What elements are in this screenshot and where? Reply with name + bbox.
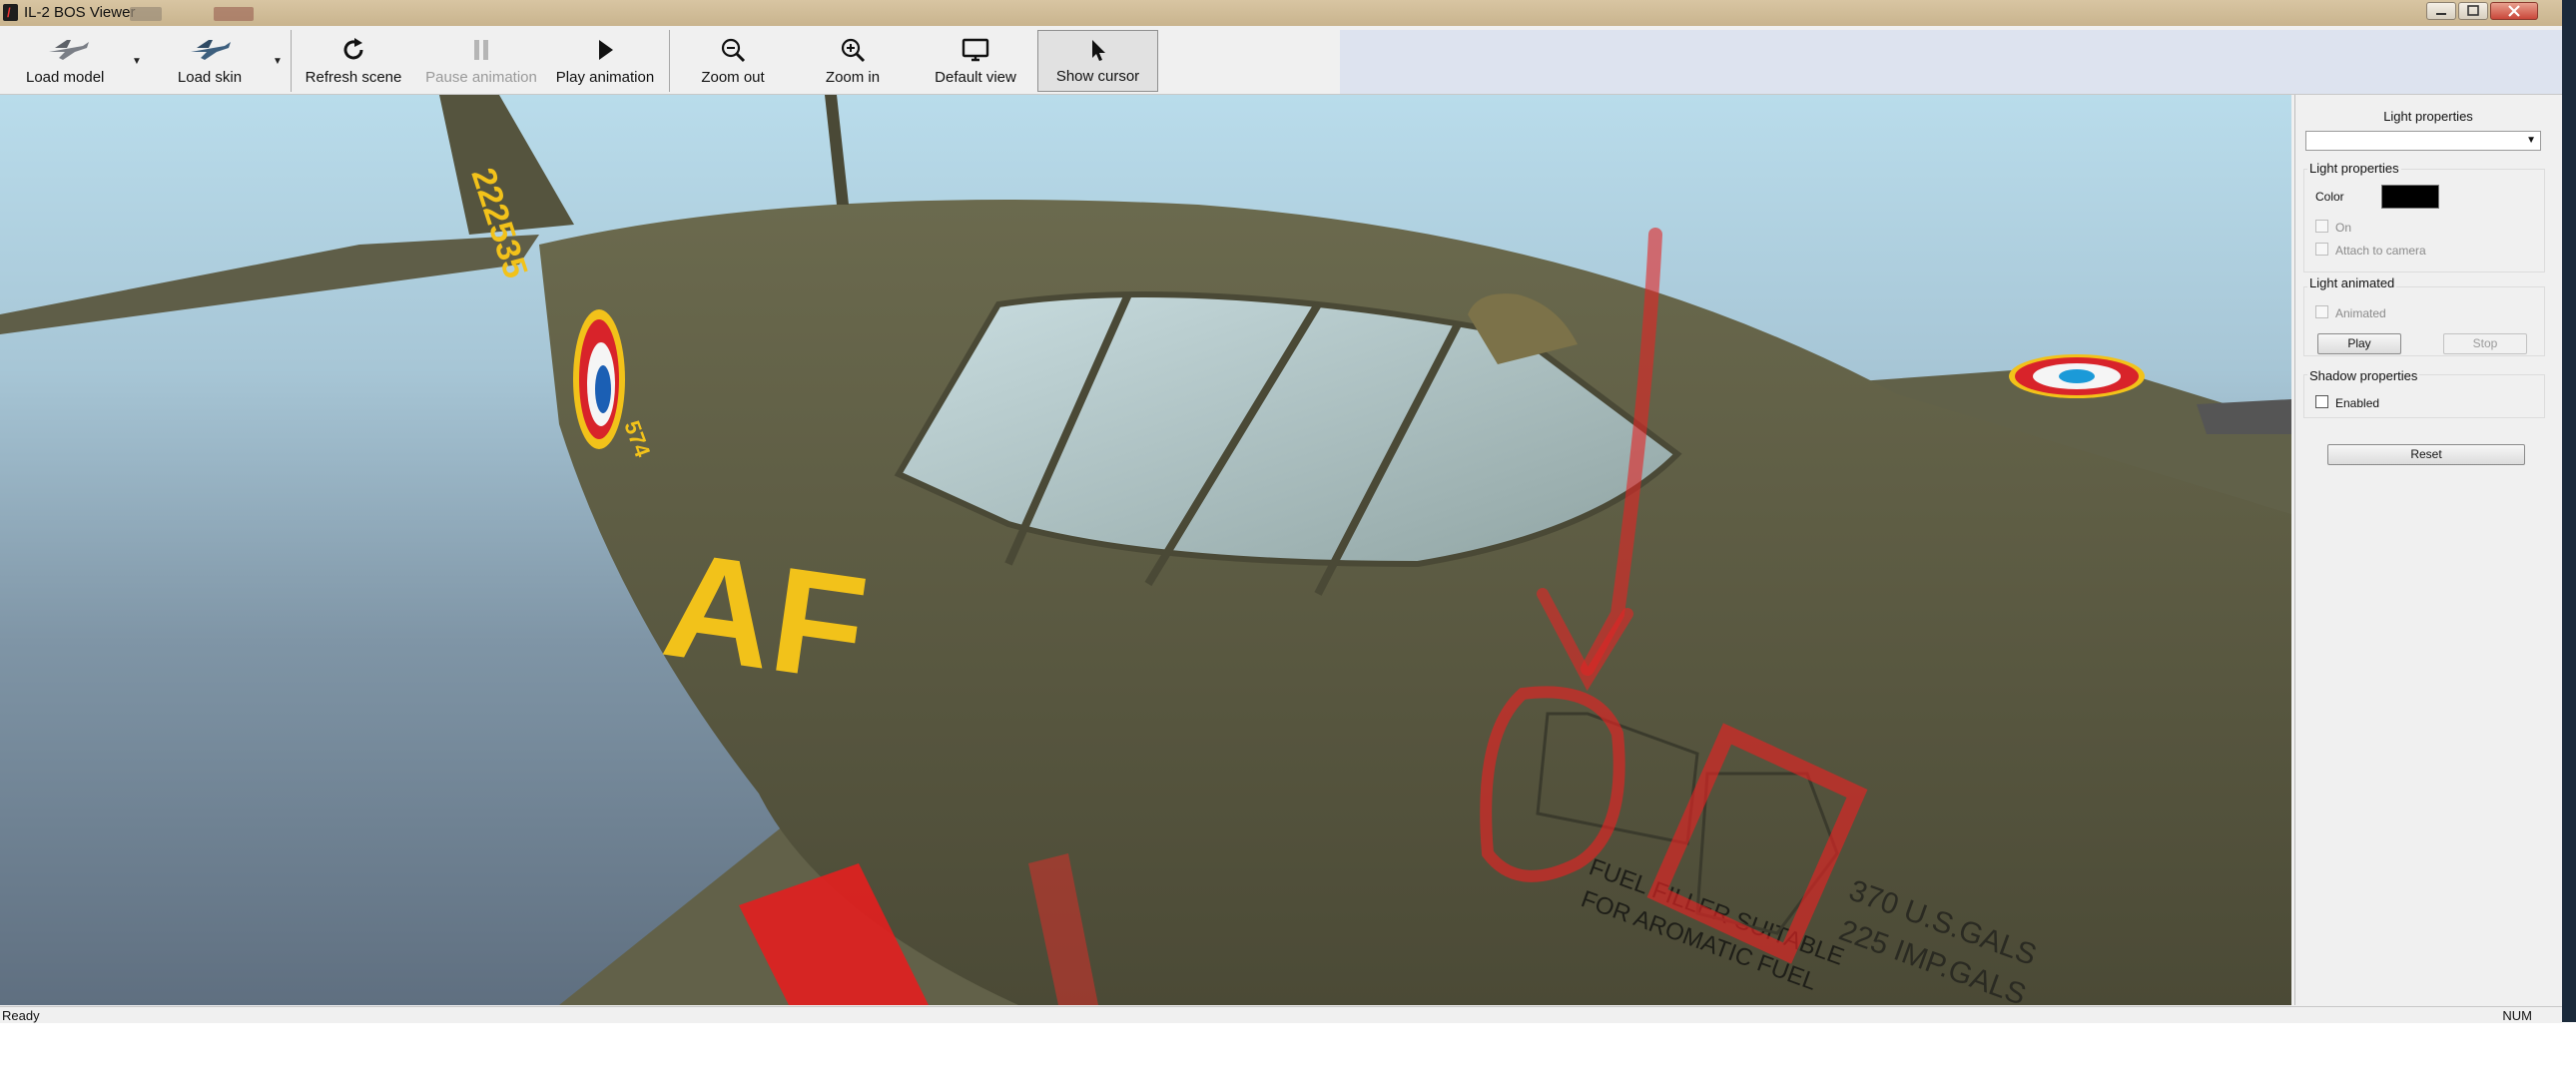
panel-title: Light properties — [2383, 109, 2473, 124]
status-bar: Ready NUM — [0, 1006, 2562, 1023]
load-model-dropdown[interactable]: ▼ — [132, 56, 142, 67]
toolbar-separator — [291, 30, 292, 92]
on-label: On — [2335, 221, 2352, 235]
pause-animation-button[interactable]: Pause animation — [419, 30, 543, 92]
light-select[interactable]: ▼ — [2305, 131, 2541, 151]
app-icon: / — [3, 4, 18, 21]
show-cursor-button[interactable]: Show cursor — [1037, 30, 1158, 92]
close-button[interactable] — [2490, 2, 2538, 20]
animated-checkbox[interactable] — [2315, 305, 2328, 318]
light-animated-title: Light animated — [2307, 275, 2397, 290]
shadow-enabled-label: Enabled — [2335, 396, 2380, 410]
tailplane-left — [0, 235, 539, 334]
zoom-out-button[interactable]: Zoom out — [683, 30, 783, 92]
shadow-enabled-checkbox[interactable] — [2315, 395, 2328, 408]
load-skin-dropdown[interactable]: ▼ — [273, 56, 283, 67]
refresh-icon — [343, 38, 363, 60]
title-decoration — [214, 7, 254, 21]
play-button[interactable]: Play — [2317, 333, 2401, 354]
reset-button[interactable]: Reset — [2327, 444, 2525, 465]
on-checkbox[interactable] — [2315, 220, 2328, 233]
airplane-skin-icon — [191, 40, 231, 60]
attach-to-camera-label: Attach to camera — [2335, 244, 2426, 258]
app-window: / IL-2 BOS Viewer Load model ▼ Load skin… — [0, 0, 2562, 1023]
pitot-tube — [2197, 399, 2291, 434]
animated-label: Animated — [2335, 306, 2386, 320]
minimize-icon — [2436, 13, 2446, 15]
airplane-icon — [49, 40, 89, 60]
play-icon — [599, 40, 613, 60]
screen-edge — [2562, 0, 2576, 1022]
toolbar: Load model ▼ Load skin ▼ Refresh scene P… — [0, 26, 2562, 95]
maximize-button[interactable] — [2458, 2, 2488, 20]
load-skin-button[interactable]: Load skin — [160, 30, 260, 92]
default-view-button[interactable]: Default view — [919, 30, 1032, 92]
light-properties-title: Light properties — [2307, 161, 2401, 176]
properties-panel: Light properties ▼ Light properties Colo… — [2294, 95, 2561, 1005]
chevron-down-icon: ▼ — [2526, 135, 2536, 146]
stop-button[interactable]: Stop — [2443, 333, 2527, 354]
monitor-icon — [962, 38, 989, 62]
antenna-mast — [825, 95, 849, 205]
fuselage-letters: AF — [655, 519, 876, 713]
minimize-button[interactable] — [2426, 2, 2456, 20]
zoom-in-icon — [841, 38, 866, 63]
pause-icon — [474, 40, 488, 60]
zoom-in-button[interactable]: Zoom in — [803, 30, 903, 92]
maximize-icon — [2467, 5, 2479, 16]
cursor-icon — [1091, 40, 1105, 61]
play-animation-button[interactable]: Play animation — [547, 30, 663, 92]
aircraft-render: 222535 AF 574 FUEL FILLER SUITABLE FOR A… — [0, 95, 2291, 1005]
toolbar-separator — [669, 30, 670, 92]
3d-viewport[interactable]: 222535 AF 574 FUEL FILLER SUITABLE FOR A… — [0, 95, 2291, 1005]
attach-to-camera-checkbox[interactable] — [2315, 243, 2328, 256]
title-decoration — [130, 7, 162, 21]
window-title: IL-2 BOS Viewer — [24, 4, 136, 21]
status-text: Ready — [2, 1008, 40, 1023]
color-label: Color — [2315, 190, 2344, 204]
toolbar-empty-area — [1340, 30, 2562, 94]
shadow-properties-title: Shadow properties — [2307, 368, 2420, 383]
num-lock-indicator: NUM — [2502, 1008, 2532, 1023]
close-icon — [2508, 5, 2520, 17]
refresh-scene-button[interactable]: Refresh scene — [298, 30, 409, 92]
color-swatch[interactable] — [2381, 185, 2439, 209]
zoom-out-icon — [721, 38, 746, 63]
title-bar[interactable]: / IL-2 BOS Viewer — [0, 0, 2562, 26]
load-model-button[interactable]: Load model — [8, 30, 128, 92]
roundel-blue — [595, 365, 611, 413]
